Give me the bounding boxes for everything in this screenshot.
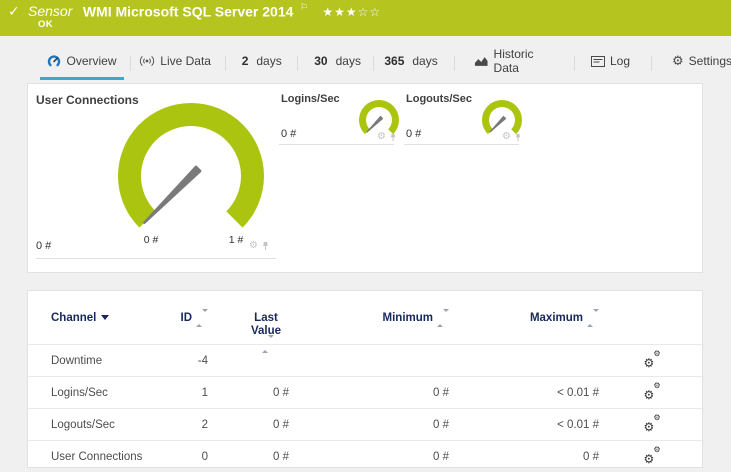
page-title: WMI Microsoft SQL Server 2014 (82, 3, 294, 20)
tab-30-days[interactable]: 30 days (313, 50, 374, 80)
logouts-gauge-value: 0 # (406, 128, 422, 140)
log-icon (590, 55, 605, 67)
channel-name: Logouts/Sec (51, 418, 115, 431)
column-header-id-label: ID (180, 312, 193, 325)
column-header-maximum-label: Maximum (529, 312, 583, 325)
column-header-id[interactable]: ID (176, 291, 208, 327)
tab-365-days-number: 365 (384, 54, 405, 68)
gauge-needle (143, 165, 202, 224)
channel-minimum: 0 # (433, 450, 449, 463)
table-row-user-connections: User Connections 0 0 # 0 # 0 # ⚙ ⚙ (28, 440, 702, 472)
gauge-settings-icon[interactable]: ⚙ (377, 132, 386, 142)
tab-overview[interactable]: Overview (40, 50, 131, 80)
channel-minimum: 0 # (433, 386, 449, 399)
column-header-maximum[interactable]: Maximum (449, 291, 599, 327)
table-header-row: Channel ID Last Value Minimum Maximum (28, 291, 702, 353)
sort-icon (587, 309, 599, 327)
logins-gauge-title: Logins/Sec (281, 93, 340, 105)
sort-desc-icon (101, 315, 110, 321)
channel-settings-icon[interactable]: ⚙ ⚙ (644, 414, 661, 434)
channel-minimum: 0 # (433, 418, 449, 431)
column-header-minimum[interactable]: Minimum (289, 291, 449, 327)
divider (36, 258, 276, 259)
tab-live-data[interactable]: Live Data (138, 50, 227, 80)
column-header-minimum-label: Minimum (382, 312, 433, 325)
tab-log[interactable]: Log (590, 50, 653, 80)
divider (279, 144, 394, 145)
gauge-icon (48, 55, 61, 67)
tab-settings[interactable]: ⚙ Settings (672, 50, 731, 80)
tab-2-days-label: days (256, 54, 282, 68)
logins-gauge-tools: ⚙ (377, 132, 397, 142)
channel-id: 0 (201, 450, 208, 463)
gauge-needle (489, 115, 507, 133)
channel-last-value: 0 # (273, 450, 289, 463)
divider (404, 144, 519, 145)
channel-name: Downtime (51, 354, 103, 367)
tab-365-days-label: days (412, 54, 438, 68)
tab-30-days-number: 30 (314, 54, 328, 68)
column-header-last-value-label: Last Value (250, 312, 282, 337)
channel-last-value: 0 # (273, 386, 289, 399)
sensor-title-line: Sensor WMI Microsoft SQL Server 2014 ⚐ ★… (28, 3, 381, 21)
channel-id: 2 (201, 418, 208, 431)
status-badge: OK (38, 19, 53, 30)
tab-2-days-number: 2 (241, 54, 249, 68)
logins-gauge-value: 0 # (281, 128, 297, 140)
channel-maximum: 0 # (583, 450, 599, 463)
logouts-gauge-tools: ⚙ (502, 132, 522, 142)
channel-name: Logins/Sec (51, 386, 108, 399)
channel-maximum: < 0.01 # (557, 418, 599, 431)
sort-icon (196, 309, 208, 327)
sensor-header: ✓ Sensor WMI Microsoft SQL Server 2014 ⚐… (0, 0, 731, 36)
area-chart-icon (474, 57, 488, 66)
channel-last-value: 0 # (273, 418, 289, 431)
gauge-settings-icon[interactable]: ⚙ (502, 132, 511, 142)
column-header-actions (637, 291, 667, 312)
gauge-scale-min: 0 # (143, 234, 159, 246)
sort-icon (437, 309, 449, 327)
tab-historic-data-label: Historic Data (493, 47, 534, 75)
table-row-downtime: Downtime -4 ⚙ ⚙ (28, 344, 702, 376)
primary-gauge-value: 0 # (36, 240, 52, 252)
channel-name: User Connections (51, 450, 143, 463)
gauges-panel: User Connections 0 # 1 # 0 # ⚙ Logins/Se… (27, 83, 703, 273)
gear-icon: ⚙ (672, 53, 684, 69)
channels-panel: Channel ID Last Value Minimum Maximum Do… (27, 290, 703, 468)
channel-maximum: < 0.01 # (557, 386, 599, 399)
logouts-gauge-title: Logouts/Sec (406, 93, 473, 105)
tab-2-days[interactable]: 2 days (240, 50, 299, 80)
live-signal-icon (140, 56, 155, 66)
tab-settings-label: Settings (688, 54, 731, 68)
tab-historic-data[interactable]: Historic Data (474, 47, 575, 80)
channel-id: -4 (197, 354, 208, 367)
user-connections-gauge (117, 103, 264, 228)
tab-overview-label: Overview (66, 54, 117, 68)
column-header-last-value[interactable]: Last Value (208, 291, 289, 353)
tab-log-label: Log (609, 54, 630, 68)
channel-settings-icon[interactable]: ⚙ ⚙ (644, 350, 661, 370)
sensor-kind-label: Sensor (28, 3, 73, 20)
gauge-needle (366, 115, 384, 133)
table-row-logins-sec: Logins/Sec 1 0 # 0 # < 0.01 # ⚙ ⚙ (28, 376, 702, 408)
tab-live-data-label: Live Data (160, 54, 211, 68)
column-header-channel[interactable]: Channel (51, 291, 176, 324)
gauge-settings-icon[interactable]: ⚙ (249, 241, 258, 251)
tab-365-days[interactable]: 365 days (384, 50, 456, 80)
tab-bar: Overview Live Data 2 days 30 days 365 da… (0, 36, 731, 80)
channel-id: 1 (201, 386, 208, 399)
priority-stars[interactable]: ★★★☆☆ (322, 5, 381, 19)
column-header-channel-label: Channel (51, 312, 97, 324)
channel-settings-icon[interactable]: ⚙ ⚙ (644, 382, 661, 402)
channel-settings-icon[interactable]: ⚙ ⚙ (644, 446, 661, 466)
status-check-icon: ✓ (8, 4, 20, 20)
flag-icon[interactable]: ⚐ (300, 3, 308, 13)
table-row-logouts-sec: Logouts/Sec 2 0 # 0 # < 0.01 # ⚙ ⚙ (28, 408, 702, 440)
tab-30-days-label: days (335, 54, 361, 68)
pin-icon[interactable] (261, 241, 270, 251)
pin-icon[interactable] (389, 133, 397, 142)
sort-icon (262, 335, 274, 353)
primary-gauge-tools: ⚙ (249, 241, 270, 251)
pin-icon[interactable] (514, 133, 522, 142)
